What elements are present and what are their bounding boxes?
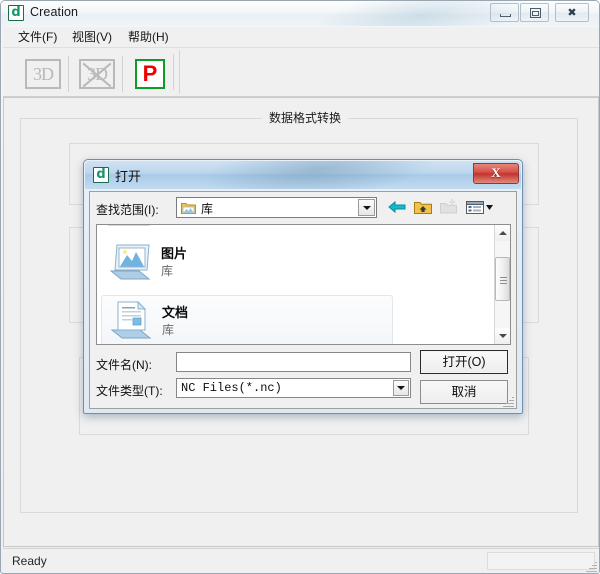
close-button[interactable]: ✖ bbox=[555, 3, 589, 22]
list-item-sub: 库 bbox=[162, 323, 175, 337]
dialog-resize-grip-icon[interactable] bbox=[502, 395, 514, 407]
status-bar: Ready bbox=[3, 548, 599, 573]
close-icon: ✖ bbox=[567, 6, 577, 19]
toolbar-separator bbox=[68, 56, 69, 92]
library-folder-icon bbox=[181, 201, 196, 214]
group-title: 数据格式转换 bbox=[262, 110, 349, 126]
file-list[interactable]: 图片 库 文档 库 bbox=[96, 224, 511, 345]
pictures-library-icon bbox=[105, 239, 153, 283]
back-button[interactable] bbox=[386, 196, 408, 218]
list-item-sub: 库 bbox=[161, 264, 174, 278]
dialog-app-glyph: ⅾ bbox=[96, 167, 106, 182]
cube-3d-crossed-icon: 3D bbox=[79, 59, 115, 89]
back-arrow-icon bbox=[388, 200, 406, 214]
menu-item-help[interactable]: 帮助(H) bbox=[123, 29, 174, 45]
app-logo-icon: ⅾ bbox=[8, 5, 24, 21]
file-type-dropdown-arrow[interactable] bbox=[393, 380, 409, 396]
toolbar-separator bbox=[173, 54, 174, 90]
status-text: Ready bbox=[12, 554, 47, 568]
toolbar-separator bbox=[122, 56, 123, 92]
dialog-body: 查找范围(I): 库 图片 库 文档 库 文件名(N): 文件类型(T): NC… bbox=[89, 191, 517, 409]
library-icon-partial bbox=[105, 225, 153, 231]
scrollbar-thumb[interactable] bbox=[495, 257, 510, 301]
chevron-down-icon bbox=[397, 386, 405, 390]
menu-item-file[interactable]: 文件(F) bbox=[13, 29, 62, 45]
views-button[interactable] bbox=[464, 196, 494, 218]
minimize-icon bbox=[500, 14, 511, 17]
file-type-value: NC Files(*.nc) bbox=[181, 381, 282, 395]
cancel-button[interactable]: 取消 bbox=[420, 380, 508, 404]
look-in-dropdown-arrow[interactable] bbox=[358, 199, 375, 216]
menu-bar: 文件(F) 视图(V) 帮助(H) bbox=[3, 27, 599, 48]
scroll-down-button[interactable] bbox=[495, 328, 510, 344]
look-in-value: 库 bbox=[201, 202, 214, 216]
maximize-button[interactable] bbox=[520, 3, 549, 22]
cube-3d-icon: 3D bbox=[25, 59, 61, 89]
up-one-level-button[interactable] bbox=[412, 196, 434, 218]
chevron-down-icon bbox=[362, 205, 371, 210]
file-list-inner: 图片 库 文档 库 bbox=[97, 225, 495, 344]
open-button[interactable]: 打开(O) bbox=[420, 350, 508, 374]
status-pane bbox=[487, 552, 595, 570]
file-name-label: 文件名(N): bbox=[96, 358, 152, 372]
list-item[interactable]: 文档 库 bbox=[101, 295, 393, 344]
views-icon bbox=[466, 201, 493, 214]
view-3d-off-button[interactable]: 3D bbox=[75, 56, 119, 92]
file-type-combobox[interactable]: NC Files(*.nc) bbox=[176, 378, 411, 398]
up-folder-icon bbox=[414, 202, 432, 214]
close-icon: X bbox=[491, 165, 501, 180]
dialog-title-bar: ⅾ 打开 X bbox=[85, 161, 521, 189]
window-title: Creation bbox=[30, 5, 79, 19]
chevron-down-icon bbox=[499, 334, 507, 338]
open-file-dialog: ⅾ 打开 X 查找范围(I): 库 图片 库 文档 库 文件名(N): 文件类型… bbox=[83, 159, 523, 414]
plot-button[interactable]: P bbox=[129, 56, 173, 92]
file-list-scrollbar[interactable] bbox=[494, 225, 510, 344]
dialog-close-button[interactable]: X bbox=[473, 163, 519, 184]
list-item-label: 文档 bbox=[162, 305, 189, 320]
maximize-icon-inner bbox=[532, 11, 539, 16]
list-item-label: 图片 bbox=[161, 246, 188, 261]
application-window: ⅾ Creation ✖ 文件(F) 视图(V) 帮助(H) 3D 3D P 数… bbox=[0, 0, 600, 574]
title-bar: ⅾ Creation ✖ bbox=[1, 1, 599, 26]
file-name-input[interactable] bbox=[176, 352, 411, 372]
plot-p-icon: P bbox=[135, 59, 165, 89]
chevron-up-icon bbox=[499, 231, 507, 235]
list-item[interactable]: 图片 库 bbox=[101, 237, 393, 291]
file-type-label: 文件类型(T): bbox=[96, 384, 163, 398]
minimize-button[interactable] bbox=[490, 3, 519, 22]
new-folder-icon bbox=[440, 197, 457, 214]
scroll-up-button[interactable] bbox=[495, 225, 510, 241]
dialog-app-icon: ⅾ bbox=[93, 167, 109, 183]
look-in-combobox[interactable]: 库 bbox=[176, 197, 377, 218]
menu-item-view[interactable]: 视图(V) bbox=[67, 29, 117, 45]
resize-grip-icon[interactable] bbox=[585, 560, 597, 572]
view-3d-button[interactable]: 3D bbox=[21, 56, 65, 92]
toolbar: 3D 3D P bbox=[3, 48, 599, 97]
documents-library-icon bbox=[106, 298, 154, 342]
app-logo-glyph: ⅾ bbox=[11, 5, 21, 20]
new-folder-button bbox=[438, 196, 460, 218]
dialog-title: 打开 bbox=[115, 169, 142, 184]
look-in-label: 查找范围(I): bbox=[96, 203, 159, 217]
toolbar-strip: 3D 3D P bbox=[9, 50, 180, 94]
